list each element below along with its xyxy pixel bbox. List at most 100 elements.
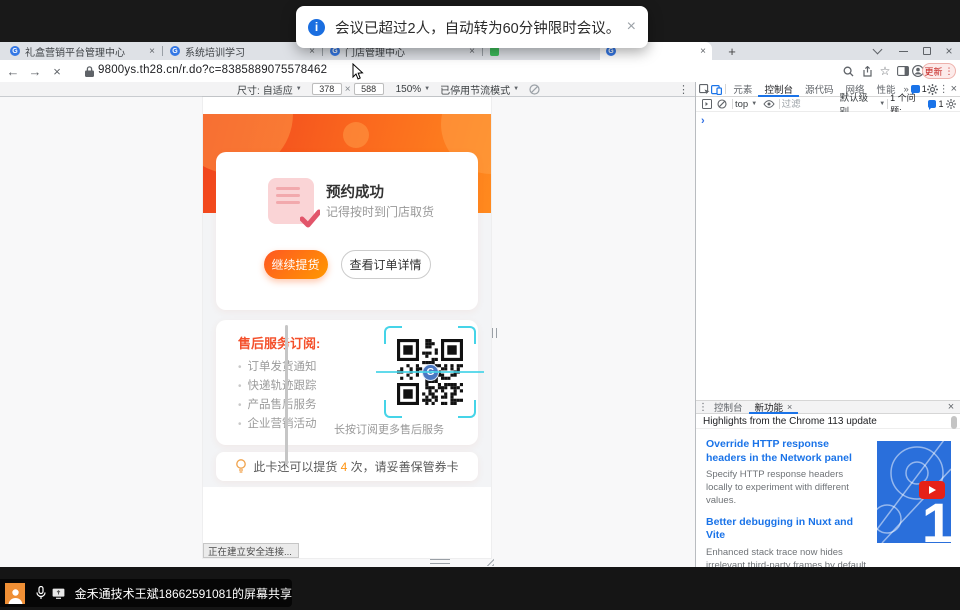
side-panel-icon[interactable] — [895, 63, 911, 79]
viewport-resize-handle-bottom[interactable] — [430, 559, 450, 564]
drawer-close-icon[interactable]: × — [943, 399, 959, 415]
screen-share-indicator[interactable]: 金禾通技术王斌18662591081的屏幕共享 — [0, 579, 292, 607]
chevron-down-icon: ▼ — [424, 86, 430, 92]
window-maximize-icon[interactable] — [920, 45, 934, 57]
presenter-avatar — [5, 583, 25, 604]
window-menu-icon[interactable] — [870, 45, 884, 57]
rotate-disabled-icon[interactable] — [529, 84, 540, 95]
drawer-tab-whats-new[interactable]: 新功能 × — [749, 400, 799, 414]
whats-new-link[interactable]: Override HTTP response headers in the Ne… — [706, 438, 872, 465]
devtools-drawer-tab-bar: ⋮ 控制台 新功能 × × — [696, 400, 960, 414]
meeting-toast: i 会议已超过2人，自动转为60分钟限时会议。 × — [296, 6, 648, 48]
times-label: × — [345, 84, 351, 95]
whats-new-link[interactable]: Better debugging in Nuxt and Vite — [706, 516, 872, 543]
devtools-scrollbar[interactable] — [951, 416, 957, 429]
chevron-down-icon: ▼ — [513, 86, 519, 92]
console-prompt-icon: › — [701, 115, 705, 127]
drawer-tab-close-icon[interactable]: × — [787, 402, 792, 412]
back-icon[interactable]: ← — [4, 62, 22, 80]
chrome-update-button[interactable]: 更新⋮ — [922, 63, 956, 79]
console-output-area[interactable]: › — [696, 112, 960, 400]
decor-circle — [343, 122, 369, 148]
site-favicon-icon: G — [10, 46, 20, 56]
devtools-tab-sources[interactable]: 源代码 — [799, 82, 840, 97]
subscribe-item: 快递轨迹跟踪 — [238, 377, 317, 396]
microphone-icon[interactable] — [33, 585, 49, 601]
subscribe-title: 售后服务订阅: — [238, 333, 320, 352]
device-size-select[interactable]: 尺寸: 自适应 ▼ — [237, 82, 302, 97]
lock-icon — [80, 62, 98, 80]
devtools-panel: 元素 控制台 源代码 网络 性能 » 1 ⋮ × — [695, 82, 960, 567]
zoom-select[interactable]: 150% ▼ — [396, 84, 431, 95]
device-emulation-toolbar: 尺寸: 自适应 ▼ × 150% ▼ 已停用节流模式 ▼ ⋮ — [0, 82, 695, 97]
screen-share-icon — [51, 585, 67, 601]
success-title: 预约成功 — [326, 181, 384, 202]
chevron-down-icon: ▼ — [751, 101, 757, 107]
devtools-tab-elements[interactable]: 元素 — [727, 82, 758, 97]
url-address[interactable]: 9800ys.th28.cn/r.do?c=8385889075578462 — [98, 64, 327, 76]
toolbar-more-icon[interactable]: ⋮ — [678, 83, 689, 96]
viewport-resize-handle-right[interactable] — [492, 328, 497, 338]
device-toolbar-toggle-icon[interactable] — [711, 81, 723, 97]
tab-title: 系统培训学习 — [185, 44, 245, 59]
after-sales-subscribe-card: 售后服务订阅: 订单发货通知 快递轨迹跟踪 产品售后服务 企业营销活动 G 长按 — [216, 320, 478, 445]
tab-close-icon[interactable]: × — [143, 46, 155, 57]
window-close-icon[interactable]: × — [942, 45, 956, 57]
reservation-success-card: 预约成功 记得按时到门店取货 继续提货 查看订单详情 — [216, 152, 478, 310]
new-tab-button[interactable]: + — [724, 43, 740, 59]
qr-caption: 长按订阅更多售后服务 — [334, 421, 444, 437]
window-minimize-icon[interactable] — [896, 45, 910, 57]
viewport-height-input[interactable] — [354, 83, 384, 95]
subscribe-item: 企业营销活动 — [238, 415, 317, 434]
qr-code[interactable]: G — [384, 326, 476, 418]
console-toolbar: top ▼ 默认级别 ▼ 1 个问题: 1 — [696, 97, 960, 112]
success-subtitle: 记得按时到门店取货 — [326, 203, 434, 220]
info-icon: i — [308, 19, 325, 36]
version-digit: 1 — [922, 490, 951, 543]
screen-share-label: 金禾通技术王斌18662591081的屏幕共享 — [75, 585, 292, 602]
whats-new-desc: Enhanced stack trace now hides irrelevan… — [706, 547, 872, 567]
stop-loading-icon[interactable]: × — [48, 62, 66, 80]
continue-pickup-button[interactable]: 继续提货 — [264, 250, 328, 279]
lightbulb-icon — [235, 459, 247, 474]
console-context-select[interactable]: top ▼ — [735, 99, 757, 110]
tab-separator — [162, 46, 163, 56]
drawer-more-icon[interactable]: ⋮ — [698, 399, 708, 415]
mobile-viewport: 预约成功 记得按时到门店取货 继续提货 查看订单详情 售后服务订阅: 订单发货通… — [203, 97, 491, 558]
qr-scanline — [376, 371, 484, 373]
tab-gift-admin[interactable]: G 礼盒营销平台管理中心 × — [4, 42, 161, 60]
share-icon[interactable] — [859, 63, 875, 79]
viewport-width-input[interactable] — [312, 83, 342, 95]
search-icon[interactable] — [840, 63, 856, 79]
console-settings-gear-icon[interactable] — [944, 96, 960, 112]
tab-title: 礼盒营销平台管理中心 — [25, 44, 125, 59]
page-scrollbar[interactable] — [285, 325, 288, 465]
chevron-down-icon: ▼ — [296, 86, 302, 92]
toast-close-icon[interactable]: × — [627, 18, 636, 36]
bookmark-star-icon[interactable]: ☆ — [877, 63, 893, 79]
view-order-button[interactable]: 查看订单详情 — [341, 250, 431, 279]
devtools-tab-console[interactable]: 控制台 — [758, 82, 799, 97]
console-sidebar-icon[interactable] — [699, 96, 715, 112]
whats-new-video-thumbnail[interactable]: 1 — [877, 441, 951, 543]
viewport-resize-corner[interactable] — [484, 556, 494, 566]
connection-status: 正在建立安全连接... — [203, 543, 299, 558]
subscribe-list: 订单发货通知 快递轨迹跟踪 产品售后服务 企业营销活动 — [238, 358, 317, 434]
devtools-close-icon[interactable]: × — [949, 81, 959, 97]
tab-close-icon[interactable]: × — [694, 46, 706, 57]
console-filter-input[interactable] — [782, 99, 840, 110]
whats-new-header: Highlights from the Chrome 113 update — [696, 414, 960, 429]
forward-icon[interactable]: → — [26, 62, 44, 80]
inspect-element-icon[interactable] — [699, 81, 711, 97]
pickup-tip-card: 此卡还可以提货 4 次，请妥善保管券卡 — [216, 452, 478, 481]
eye-icon[interactable] — [761, 96, 777, 112]
throttle-select[interactable]: 已停用节流模式 ▼ — [440, 82, 519, 97]
subscribe-item: 订单发货通知 — [238, 358, 317, 377]
toast-message: 会议已超过2人，自动转为60分钟限时会议。 — [335, 17, 620, 38]
desktop-bottom-bar: 金禾通技术王斌18662591081的屏幕共享 — [0, 567, 960, 610]
subscribe-item: 产品售后服务 — [238, 396, 317, 415]
clear-console-icon[interactable] — [715, 96, 731, 112]
check-icon — [300, 208, 320, 228]
emulation-background: 预约成功 记得按时到门店取货 继续提货 查看订单详情 售后服务订阅: 订单发货通… — [0, 97, 695, 567]
drawer-tab-console[interactable]: 控制台 — [708, 400, 749, 414]
